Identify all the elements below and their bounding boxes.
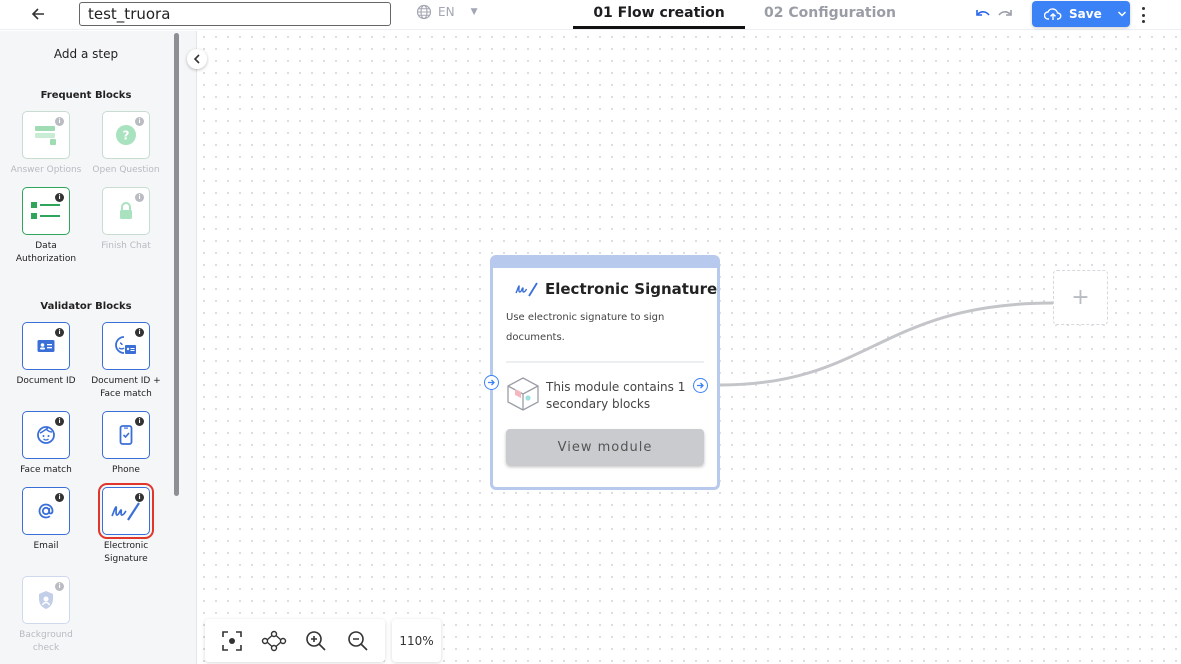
block-background-check[interactable]: i Background check [6,576,86,655]
face-icon [37,426,55,444]
undo-icon[interactable] [974,6,992,24]
fit-view-icon[interactable] [219,628,245,654]
canvas-toolbar [205,619,385,662]
block-tile: i [22,322,70,370]
face-id-icon [115,336,136,354]
electronic-signature-node[interactable]: Electronic Signature Use electronic sign… [490,255,720,490]
signature-icon [515,282,538,297]
zoom-level: 110% [392,619,441,662]
info-icon: i [135,417,144,426]
block-tile: i ? [102,111,150,159]
signature-icon [111,502,140,521]
flow-name-input[interactable] [79,2,391,26]
block-label: Email [33,541,59,551]
tab-configuration[interactable]: 02 Configuration [752,5,908,21]
block-label: Data Authorization [15,241,77,264]
block-email[interactable]: i Email [6,487,86,553]
info-icon: i [55,493,64,502]
block-face-match[interactable]: i Face match [6,411,86,477]
info-icon: i [55,417,64,426]
block-label: Phone [112,465,140,475]
zoom-in-icon[interactable] [303,628,329,654]
chevron-down-icon [1117,11,1126,17]
block-label: Document ID + Face match [91,376,161,399]
block-tile: i [102,322,150,370]
add-step-button[interactable]: + [1053,270,1108,325]
block-electronic-signature[interactable]: i Electronic Signature [86,483,166,566]
info-icon: i [55,193,64,202]
language-label: EN [438,5,455,19]
info-icon: i [55,582,64,591]
redo-icon[interactable] [996,6,1014,24]
section-title-frequent: Frequent Blocks [40,90,132,101]
block-label: Background check [19,630,73,653]
active-tab-indicator [573,26,745,29]
lock-icon [120,202,132,219]
block-document-id-face-match[interactable]: i Document ID + Face match [86,322,166,401]
block-tile: i [102,411,150,459]
block-label: Electronic Signature [103,541,149,564]
collapse-sidebar-button[interactable] [187,49,207,69]
cloud-upload-icon [1044,8,1062,20]
save-button[interactable]: Save [1032,1,1130,27]
block-tile: i [22,487,70,535]
node-module-text: This module contains 1 secondary blocks [546,380,686,411]
node-divider [506,361,704,363]
back-arrow-icon[interactable] [28,4,48,24]
block-data-authorization[interactable]: i Data Authorization [6,187,86,266]
phone-icon [119,425,133,445]
block-tile: i [22,111,70,159]
more-options-icon[interactable] [1137,5,1149,25]
node-description: Use electronic signature to sign documen… [506,312,665,343]
svg-text:?: ? [123,129,130,143]
language-selector[interactable]: EN ▼ [416,4,477,20]
block-tile: i [102,187,150,235]
block-finish-chat[interactable]: i Finish Chat [86,187,166,253]
block-open-question[interactable]: i ? Open Question [86,111,166,177]
globe-icon [416,4,432,20]
block-label: Face match [20,465,72,475]
zoom-out-icon[interactable] [345,628,371,654]
block-tile: i [22,411,70,459]
sidebar-title: Add a step [53,47,119,61]
block-tile: i [22,187,70,235]
id-card-icon [37,340,55,352]
module-cube-icon [507,377,539,411]
info-icon: i [135,493,144,502]
auto-layout-icon[interactable] [261,628,287,654]
node-header-bar [493,258,717,268]
checklist-icon [31,202,60,219]
block-phone[interactable]: i Phone [86,411,166,477]
tab-flow-creation[interactable]: 01 Flow creation [573,5,745,21]
block-label: Finish Chat [101,241,151,251]
block-document-id[interactable]: i Document ID [6,322,86,388]
view-module-button[interactable]: View module [506,429,704,465]
output-port-icon[interactable] [693,378,708,393]
block-label: Open Question [92,165,160,175]
save-label: Save [1069,7,1102,21]
sidebar-scrollbar[interactable] [174,33,179,496]
shield-icon [39,591,53,609]
block-label: Answer Options [10,165,82,175]
info-icon: i [55,117,64,126]
info-icon: i [135,193,144,202]
answer-options-icon [35,126,56,145]
caret-down-icon: ▼ [470,7,478,17]
section-title-validator: Validator Blocks [40,301,132,312]
chevron-left-icon [193,54,200,64]
block-answer-options[interactable]: i Answer Options [6,111,86,177]
input-port-icon[interactable] [484,375,499,390]
node-title: Electronic Signature [545,280,718,298]
question-icon: ? [116,125,136,145]
top-bar: EN ▼ 01 Flow creation 02 Configuration S… [0,0,1181,30]
block-tile: i [22,576,70,624]
info-icon: i [135,117,144,126]
info-icon: i [55,328,64,337]
at-icon [38,503,54,519]
info-icon: i [135,328,144,337]
block-label: Document ID [16,376,76,386]
sidebar: Add a step Frequent Blocks i Answer Opti… [0,31,197,664]
block-tile: i [98,483,154,539]
